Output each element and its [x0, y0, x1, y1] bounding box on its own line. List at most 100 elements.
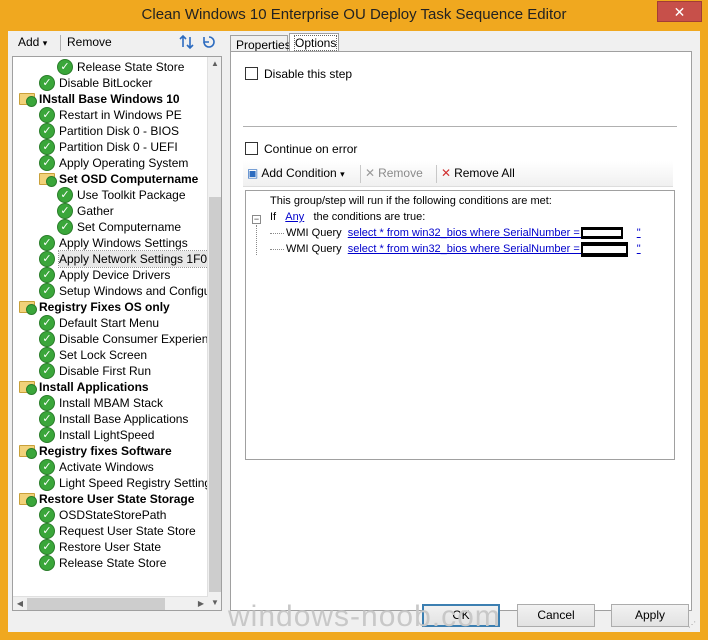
- condition-type: WMI Query: [286, 243, 342, 255]
- add-condition-label: Add Condition: [261, 166, 337, 180]
- check-icon: ✓: [57, 59, 73, 75]
- remove-condition-button[interactable]: ✕ Remove: [365, 166, 423, 180]
- tree-item-label: Use Toolkit Package: [77, 188, 186, 202]
- tree-item-label: Install MBAM Stack: [59, 396, 164, 410]
- disable-step-label[interactable]: Disable this step: [264, 67, 352, 81]
- check-icon: ✓: [39, 107, 55, 123]
- condition-query-tail: ": [636, 227, 641, 239]
- check-icon: ✓: [39, 459, 55, 475]
- check-icon: ✓: [39, 347, 55, 363]
- tree-item-label: Default Start Menu: [59, 316, 160, 330]
- redaction-box: [581, 227, 623, 239]
- tree-item-label: INstall Base Windows 10: [39, 92, 180, 106]
- tree-item-label: Registry fixes Software: [39, 444, 172, 458]
- conditions-true-text: the conditions are true:: [313, 211, 426, 223]
- check-icon: ✓: [39, 235, 55, 251]
- condition-toolbar: ▣ Add Condition ▾ ✕ Remove ✕ Remove All: [243, 161, 673, 187]
- condition-query-link[interactable]: select * from win32_bios where SerialNum…: [348, 227, 587, 239]
- tree-item-label: Disable First Run: [59, 364, 152, 378]
- options-panel: Disable this step Continue on error ▣ Add…: [230, 51, 692, 611]
- scroll-left-icon[interactable]: ◀: [13, 597, 27, 610]
- tree-vertical-scrollbar[interactable]: ▲ ▼: [207, 57, 221, 610]
- condition-query-link[interactable]: select * from win32_bios where SerialNum…: [348, 243, 587, 255]
- check-icon: ✓: [39, 155, 55, 171]
- cancel-button[interactable]: Cancel: [517, 604, 595, 627]
- check-icon: [26, 96, 37, 107]
- horizontal-scroll-thumb[interactable]: [27, 598, 165, 610]
- tree-connector: [270, 249, 284, 250]
- if-label: If: [270, 211, 277, 223]
- tree-item-label: Install Base Applications: [59, 412, 189, 426]
- tree-item-label: Set OSD Computername: [59, 172, 199, 186]
- folder-icon: [19, 445, 37, 459]
- check-icon: ✓: [39, 283, 55, 299]
- check-icon: [26, 496, 37, 507]
- check-icon: ✓: [39, 123, 55, 139]
- tree-item-label: Apply Network Settings 1F001: [57, 250, 221, 268]
- tree-item-label: OSDStateStorePath: [59, 508, 167, 522]
- tree-item-label: Activate Windows: [59, 460, 154, 474]
- toolbar-divider: [60, 35, 61, 51]
- any-link[interactable]: Any: [285, 211, 304, 223]
- folder-icon: [39, 173, 57, 187]
- tab-options-label: Options: [293, 35, 338, 51]
- tree-item-label: Setup Windows and Configurati: [59, 284, 222, 298]
- continue-on-error-checkbox[interactable]: [245, 142, 258, 155]
- task-sequence-tree[interactable]: ✓ Release State Store ✓ Disable BitLocker IN…: [12, 56, 222, 611]
- check-icon: ✓: [57, 219, 73, 235]
- chevron-down-icon: ▾: [340, 169, 345, 179]
- folder-icon: [19, 493, 37, 507]
- tree-item-label: Disable Consumer Experience: [59, 332, 222, 346]
- check-icon: ✓: [39, 75, 55, 91]
- check-icon: ✓: [39, 267, 55, 283]
- tab-properties-label: Properties: [236, 38, 291, 52]
- condition-type: WMI Query: [286, 227, 342, 239]
- check-icon: ✓: [39, 427, 55, 443]
- apply-button[interactable]: Apply: [611, 604, 689, 627]
- check-icon: ✓: [39, 331, 55, 347]
- toolbar-divider: [360, 165, 361, 183]
- resize-grip-icon[interactable]: ⋰: [688, 620, 698, 630]
- tree-item-label: Registry Fixes OS only: [39, 300, 170, 314]
- tree-item-label: Install LightSpeed: [59, 428, 155, 442]
- tree-toolbar: Add ▾ Remove: [8, 31, 222, 55]
- scroll-right-icon[interactable]: ▶: [194, 597, 208, 610]
- check-icon: [26, 304, 37, 315]
- check-icon: [26, 448, 37, 459]
- refresh-icon[interactable]: [200, 34, 218, 52]
- tree-item-label: Apply Windows Settings: [59, 236, 188, 250]
- if-any-row: If Any the conditions are true:: [270, 211, 425, 223]
- tree-item-label: Apply Operating System: [59, 156, 189, 170]
- tree-item-label: Restore User State: [59, 540, 162, 554]
- scroll-down-icon[interactable]: ▼: [208, 596, 221, 610]
- folder-icon: [19, 93, 37, 107]
- remove-all-icon: ✕: [441, 166, 452, 180]
- conditions-intro-text: This group/step will run if the followin…: [270, 195, 552, 207]
- remove-all-label: Remove All: [454, 166, 515, 180]
- close-button[interactable]: ✕: [657, 1, 702, 22]
- add-condition-button[interactable]: ▣ Add Condition ▾: [247, 166, 345, 180]
- check-icon: ✓: [39, 251, 55, 267]
- collapse-icon[interactable]: −: [252, 215, 261, 224]
- scroll-thumb[interactable]: [209, 197, 221, 592]
- check-icon: ✓: [39, 539, 55, 555]
- check-icon: ✓: [39, 555, 55, 571]
- move-up-down-icon[interactable]: [178, 34, 196, 52]
- tree-horizontal-scrollbar[interactable]: ◀ ▶: [13, 596, 208, 610]
- conditions-box[interactable]: This group/step will run if the followin…: [245, 190, 675, 460]
- title-bar[interactable]: Clean Windows 10 Enterprise OU Deploy Ta…: [0, 0, 708, 31]
- window-title: Clean Windows 10 Enterprise OU Deploy Ta…: [141, 6, 567, 23]
- tree-connector: [256, 225, 257, 255]
- add-label: Add: [18, 35, 40, 49]
- remove-step-button[interactable]: Remove: [67, 35, 112, 49]
- condition-query-tail: ": [636, 243, 641, 255]
- continue-on-error-label[interactable]: Continue on error: [264, 142, 357, 156]
- check-icon: [26, 384, 37, 395]
- disable-step-checkbox[interactable]: [245, 67, 258, 80]
- check-icon: ✓: [39, 507, 55, 523]
- remove-all-button[interactable]: ✕ Remove All: [441, 166, 515, 180]
- check-icon: ✓: [39, 523, 55, 539]
- add-menu-button[interactable]: Add ▾: [18, 35, 47, 49]
- scroll-up-icon[interactable]: ▲: [208, 57, 221, 71]
- check-icon: ✓: [57, 187, 73, 203]
